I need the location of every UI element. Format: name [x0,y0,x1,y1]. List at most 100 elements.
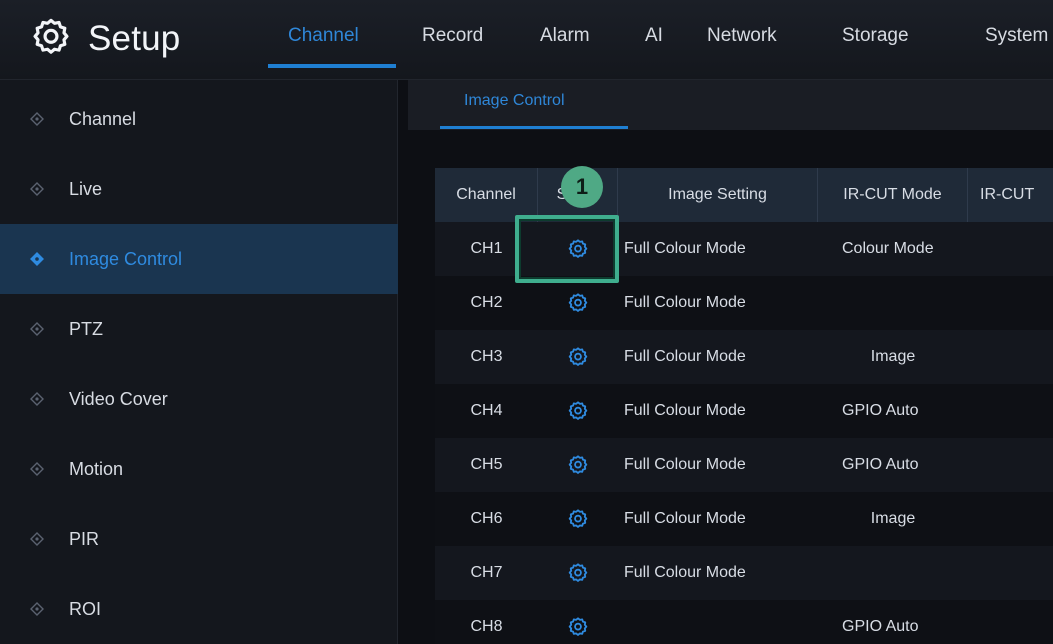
ir-cut-mode-cell [818,276,968,330]
tab-system[interactable]: System [985,25,1048,47]
setup-cell [538,384,618,438]
sidebar-item-label: Video Cover [69,388,168,409]
sidebar: Channel Live Image Control PTZ Video Cov… [0,80,398,644]
table-row: CH7 Full Colour Mode [435,546,1053,600]
gear-icon[interactable] [565,452,591,478]
image-setting-cell: Full Colour Mode [624,564,746,581]
gear-icon[interactable] [565,290,591,316]
gear-icon[interactable] [565,398,591,424]
setup-cell [538,438,618,492]
active-subtab-indicator [440,126,628,129]
gear-icon[interactable] [565,344,591,370]
ir-cut-mode-cell [818,546,968,600]
tab-channel[interactable]: Channel [288,25,359,47]
tab-alarm[interactable]: Alarm [540,25,590,47]
image-setting-cell [618,600,818,644]
sidebar-item-label: Live [69,178,103,199]
sidebar-item-label: PTZ [69,318,103,339]
image-setting-cell: Full Colour Mode [624,294,746,311]
gear-icon[interactable] [565,506,591,532]
header-ir-cut-mode: IR-CUT Mode [818,168,968,222]
image-setting-cell: Full Colour Mode [624,348,746,365]
tab-network[interactable]: Network [707,25,777,47]
setup-cell [538,492,618,546]
sidebar-item-label: Motion [69,458,124,479]
tab-storage[interactable]: Storage [842,25,909,47]
image-setting-cell: Full Colour Mode [624,456,746,473]
tab-ai[interactable]: AI [645,25,663,47]
step-badge: 1 [561,166,603,208]
ir-cut-mode-cell: Image [870,348,916,365]
image-setting-cell: Full Colour Mode [624,240,746,257]
table-row: CH4 Full Colour Mode GPIO Auto [435,384,1053,438]
subtab-image-control[interactable]: Image Control [464,92,565,110]
sidebar-item-roi[interactable]: ROI [0,574,398,644]
sidebar-item-motion[interactable]: Motion [0,434,398,504]
diamond-icon [30,322,44,336]
channel-cell: CH5 [470,456,503,473]
main-content: Image Control Channel Setup Image Settin… [398,80,1053,644]
setup-cell [538,600,618,644]
diamond-icon [30,392,44,406]
sidebar-item-label: Image Control [69,248,183,269]
sidebar-item-video-cover[interactable]: Video Cover [0,364,398,434]
ir-cut-mode-cell: Image [870,510,916,527]
header-ir-cut: IR-CUT [980,186,1035,203]
gear-icon [30,16,72,63]
header-image-setting: Image Setting [618,168,818,222]
ir-cut-mode-cell: Colour Mode [842,240,934,257]
table-header: Channel Setup Image Setting IR-CUT Mode … [435,168,1053,222]
channel-cell: CH4 [470,402,503,419]
sidebar-item-label: PIR [69,528,100,549]
channel-cell: CH8 [470,618,503,635]
setup-cell [538,546,618,600]
ir-cut-cell [968,384,1053,438]
sidebar-item-pir[interactable]: PIR [0,504,398,574]
sidebar-item-live[interactable]: Live [0,154,398,224]
ir-cut-cell [968,546,1053,600]
active-tab-indicator [268,64,396,68]
diamond-icon [30,252,44,266]
ir-cut-cell [968,492,1053,546]
channel-cell: CH2 [470,294,503,311]
sidebar-item-label: Channel [69,108,137,129]
table-row: CH8 GPIO Auto [435,600,1053,644]
ir-cut-mode-cell: GPIO Auto [842,402,919,419]
sidebar-item-ptz[interactable]: PTZ [0,294,398,364]
highlight-box [515,215,619,283]
table-row: CH5 Full Colour Mode GPIO Auto [435,438,1053,492]
channel-cell: CH6 [470,510,503,527]
ir-cut-cell [968,222,1053,276]
sidebar-item-label: ROI [69,598,102,619]
setup-cell [538,276,618,330]
channel-cell: CH7 [470,564,503,581]
ir-cut-cell [968,600,1053,644]
header-channel: Channel [435,168,538,222]
gear-icon[interactable] [565,560,591,586]
table-row: CH3 Full Colour Mode Image [435,330,1053,384]
diamond-icon [30,602,44,616]
ir-cut-mode-cell: GPIO Auto [842,456,919,473]
image-setting-cell: Full Colour Mode [624,510,746,527]
setup-window: Setup Channel Record Alarm AI Network St… [0,0,1053,644]
page-title: Setup [88,19,181,58]
sidebar-item-image-control[interactable]: Image Control [0,224,398,294]
sidebar-item-channel[interactable]: Channel [0,84,398,154]
app-logo: Setup [30,14,180,64]
tab-record[interactable]: Record [422,25,483,47]
table-row: CH6 Full Colour Mode Image [435,492,1053,546]
ir-cut-mode-cell: GPIO Auto [842,618,919,635]
setup-cell [538,330,618,384]
subtab-bar: Image Control [408,80,1053,130]
diamond-icon [30,112,44,126]
gear-icon[interactable] [565,614,591,640]
diamond-icon [30,462,44,476]
ir-cut-cell [968,330,1053,384]
channel-cell: CH3 [470,348,503,365]
image-setting-cell: Full Colour Mode [624,402,746,419]
top-nav-bar: Setup Channel Record Alarm AI Network St… [0,0,1053,80]
ir-cut-cell [968,438,1053,492]
table-row: CH2 Full Colour Mode [435,276,1053,330]
ir-cut-cell [968,276,1053,330]
diamond-icon [30,532,44,546]
